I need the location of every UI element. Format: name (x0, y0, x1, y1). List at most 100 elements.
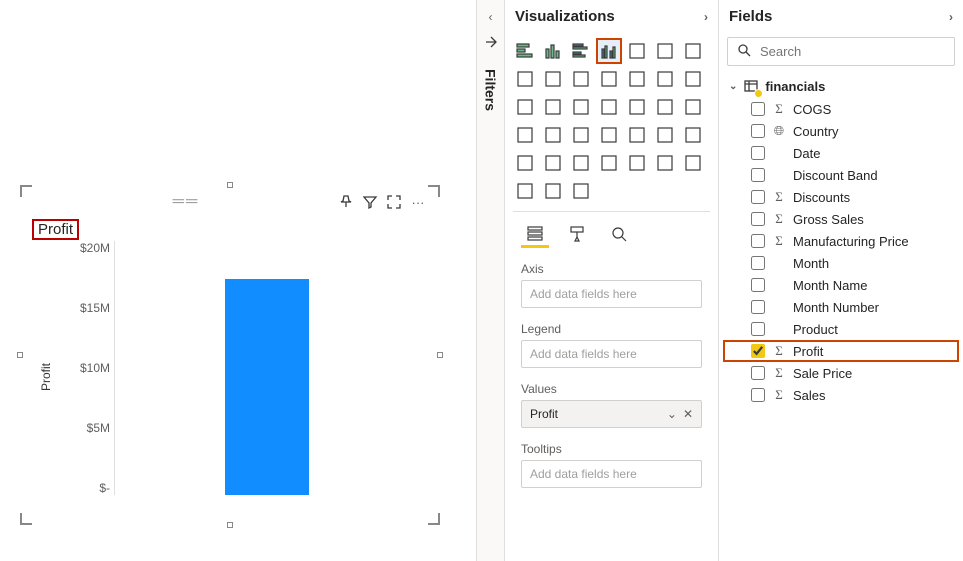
field-discount-band[interactable]: Discount Band (723, 164, 959, 186)
viz-type-decomposition-tree[interactable] (597, 151, 621, 175)
field-sale-price[interactable]: ΣSale Price (723, 362, 959, 384)
chevron-left-icon[interactable]: ‹ (489, 10, 493, 24)
viz-type-multi-row-card[interactable] (569, 123, 593, 147)
chevron-right-icon[interactable]: › (704, 10, 708, 24)
viz-type-pie[interactable] (541, 95, 565, 119)
blank-icon (773, 255, 785, 271)
field-date[interactable]: Date (723, 142, 959, 164)
table-financials[interactable]: ⌄financials (723, 74, 959, 98)
pin-icon[interactable] (338, 194, 354, 210)
field-checkbox[interactable] (751, 366, 765, 380)
expand-icon[interactable] (483, 34, 499, 53)
well-drop-tooltips[interactable]: Add data fields here (521, 460, 702, 488)
field-checkbox[interactable] (751, 146, 765, 160)
well-drop-legend[interactable]: Add data fields here (521, 340, 702, 368)
field-name: COGS (793, 102, 831, 117)
fields-search-input[interactable] (760, 44, 946, 59)
field-sales[interactable]: ΣSales (723, 384, 959, 406)
tab-fields[interactable] (521, 220, 549, 248)
well-label-legend: Legend (521, 322, 702, 336)
field-cogs[interactable]: ΣCOGS (723, 98, 959, 120)
resize-handle-top[interactable] (227, 182, 233, 188)
field-checkbox[interactable] (751, 278, 765, 292)
field-month[interactable]: Month (723, 252, 959, 274)
field-checkbox[interactable] (751, 124, 765, 138)
viz-type-waterfall[interactable] (653, 67, 677, 91)
viz-type-custom2[interactable] (513, 179, 537, 203)
viz-type-line-stacked-column[interactable] (569, 67, 593, 91)
field-checkbox[interactable] (751, 190, 765, 204)
field-product[interactable]: Product (723, 318, 959, 340)
viz-type-funnel[interactable] (681, 67, 705, 91)
resize-handle-bottom[interactable] (227, 522, 233, 528)
viz-type-treemap[interactable] (597, 95, 621, 119)
resize-handle-left[interactable] (17, 352, 23, 358)
resize-handle-right[interactable] (437, 352, 443, 358)
viz-type-ribbon[interactable] (625, 67, 649, 91)
filter-icon[interactable] (362, 194, 378, 210)
viz-type-clustered-bar[interactable] (569, 39, 593, 63)
field-profit[interactable]: ΣProfit (723, 340, 959, 362)
field-checkbox[interactable] (751, 234, 765, 248)
viz-type-stacked-area[interactable] (541, 67, 565, 91)
field-checkbox[interactable] (751, 344, 765, 358)
field-month-number[interactable]: Month Number (723, 296, 959, 318)
field-discounts[interactable]: ΣDiscounts (723, 186, 959, 208)
viz-type-stacked-bar[interactable] (513, 39, 537, 63)
viz-type-python-visual[interactable] (541, 151, 565, 175)
field-manufacturing-price[interactable]: ΣManufacturing Price (723, 230, 959, 252)
viz-type-stacked-column[interactable] (541, 39, 565, 63)
field-month-name[interactable]: Month Name (723, 274, 959, 296)
fields-search[interactable] (727, 37, 955, 66)
viz-type-more[interactable] (569, 179, 593, 203)
field-gross-sales[interactable]: ΣGross Sales (723, 208, 959, 230)
visual-drag-grip[interactable]: ══ (34, 198, 338, 206)
field-checkbox[interactable] (751, 212, 765, 226)
viz-type-scatter[interactable] (513, 95, 537, 119)
focus-mode-icon[interactable] (386, 194, 402, 210)
tab-analytics[interactable] (605, 220, 633, 248)
well-drop-values[interactable]: Profit ⌄ ✕ (521, 400, 702, 428)
viz-type-100-stacked-column[interactable] (653, 39, 677, 63)
field-checkbox[interactable] (751, 388, 765, 402)
viz-type-kpi[interactable] (597, 123, 621, 147)
field-checkbox[interactable] (751, 168, 765, 182)
globe-icon: 🌐︎ (773, 123, 785, 139)
field-checkbox[interactable] (751, 322, 765, 336)
viz-type-donut[interactable] (569, 95, 593, 119)
viz-type-100-stacked-bar[interactable] (625, 39, 649, 63)
more-options-icon[interactable]: ··· (410, 194, 426, 210)
viz-type-filled-map[interactable] (653, 95, 677, 119)
viz-type-shape-map[interactable] (681, 95, 705, 119)
viz-type-table[interactable] (653, 123, 677, 147)
viz-type-r-visual[interactable] (513, 151, 537, 175)
viz-type-line-clustered-column[interactable] (597, 67, 621, 91)
field-checkbox[interactable] (751, 300, 765, 314)
viz-type-clustered-column[interactable] (597, 39, 621, 63)
viz-type-area[interactable] (513, 67, 537, 91)
viz-type-card[interactable] (541, 123, 565, 147)
viz-type-gauge[interactable] (513, 123, 537, 147)
chevron-right-icon[interactable]: › (949, 10, 953, 24)
viz-type-qna[interactable] (625, 151, 649, 175)
visual-container[interactable]: ══ ··· Profit Profit $20M $15M $10M $5M … (20, 185, 440, 525)
chevron-down-icon[interactable]: ⌄ (667, 407, 677, 421)
chart-title: Profit (32, 219, 79, 240)
viz-type-map[interactable] (625, 95, 649, 119)
viz-type-custom3[interactable] (541, 179, 565, 203)
bar-profit[interactable] (225, 279, 309, 495)
viz-type-line[interactable] (681, 39, 705, 63)
remove-field-icon[interactable]: ✕ (683, 407, 693, 421)
viz-type-key-influencers[interactable] (569, 151, 593, 175)
filters-pane-collapsed[interactable]: ‹ Filters (477, 0, 505, 561)
field-checkbox[interactable] (751, 102, 765, 116)
report-canvas[interactable]: ══ ··· Profit Profit $20M $15M $10M $5M … (0, 0, 477, 561)
field-checkbox[interactable] (751, 256, 765, 270)
viz-type-paginated[interactable] (653, 151, 677, 175)
well-drop-axis[interactable]: Add data fields here (521, 280, 702, 308)
tab-format[interactable] (563, 220, 591, 248)
field-country[interactable]: 🌐︎Country (723, 120, 959, 142)
viz-type-custom1[interactable] (681, 151, 705, 175)
viz-type-slicer[interactable] (625, 123, 649, 147)
viz-type-matrix[interactable] (681, 123, 705, 147)
